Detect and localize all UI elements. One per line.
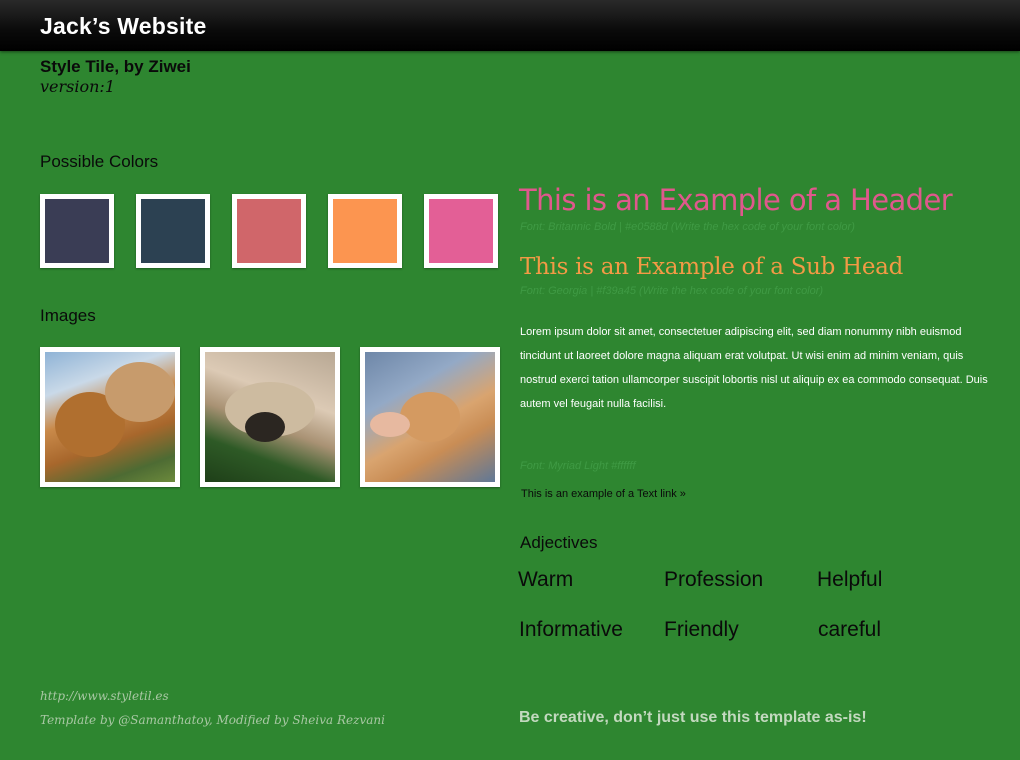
body-text-example: Lorem ipsum dolor sit amet, consectetuer… (520, 326, 988, 410)
style-tile-title: Style Tile, by Ziwei (40, 57, 191, 76)
text-link-example[interactable]: This is an example of a Text link » (521, 488, 686, 500)
body-font-note: Font: Myriad Light #ffffff (520, 460, 636, 472)
color-swatch (232, 194, 306, 268)
color-swatch-fill (333, 199, 397, 263)
sleeping-puppy-photo[interactable] (200, 347, 340, 487)
adjective-friendly: Friendly (664, 618, 739, 641)
adjective-helpful: Helpful (817, 568, 883, 591)
adjective-profession: Profession (664, 568, 764, 591)
adjectives-heading: Adjectives (520, 533, 598, 552)
version-label: version:1 (40, 77, 115, 96)
subhead-font-note: Font: Georgia | #f39a45 (Write the hex c… (520, 285, 824, 297)
photo-image (45, 352, 175, 482)
adjective-careful: careful (818, 618, 882, 641)
photo-image (205, 352, 335, 482)
subhead-example: This is an Example of a Sub Head (520, 254, 904, 280)
header-example: This is an Example of a Header (519, 183, 953, 217)
color-swatch-fill (141, 199, 205, 263)
site-header-bar: Jack’s Website (0, 0, 1020, 51)
color-swatches (40, 194, 498, 268)
footer-credit: Template by @Samanthatoy, Modified by Sh… (40, 713, 385, 727)
footer-url[interactable]: http://www.styletil.es (40, 689, 169, 703)
color-swatch-fill (237, 199, 301, 263)
color-swatch (136, 194, 210, 268)
adjective-warm: Warm (518, 568, 574, 591)
puppy-in-hands-photo[interactable] (360, 347, 500, 487)
color-swatch (40, 194, 114, 268)
color-swatch (424, 194, 498, 268)
color-swatch-fill (429, 199, 493, 263)
image-gallery (40, 347, 500, 487)
color-swatch-fill (45, 199, 109, 263)
color-swatch (328, 194, 402, 268)
site-title: Jack’s Website (40, 13, 207, 39)
footer-cta: Be creative, don’t just use this templat… (519, 709, 867, 726)
adjective-informative: Informative (519, 618, 623, 641)
header-font-note: Font: Britannic Bold | #e0588d (Write th… (520, 221, 855, 233)
colors-heading: Possible Colors (40, 152, 159, 171)
photo-image (365, 352, 495, 482)
golden-retriever-photo[interactable] (40, 347, 180, 487)
images-heading: Images (40, 306, 96, 325)
